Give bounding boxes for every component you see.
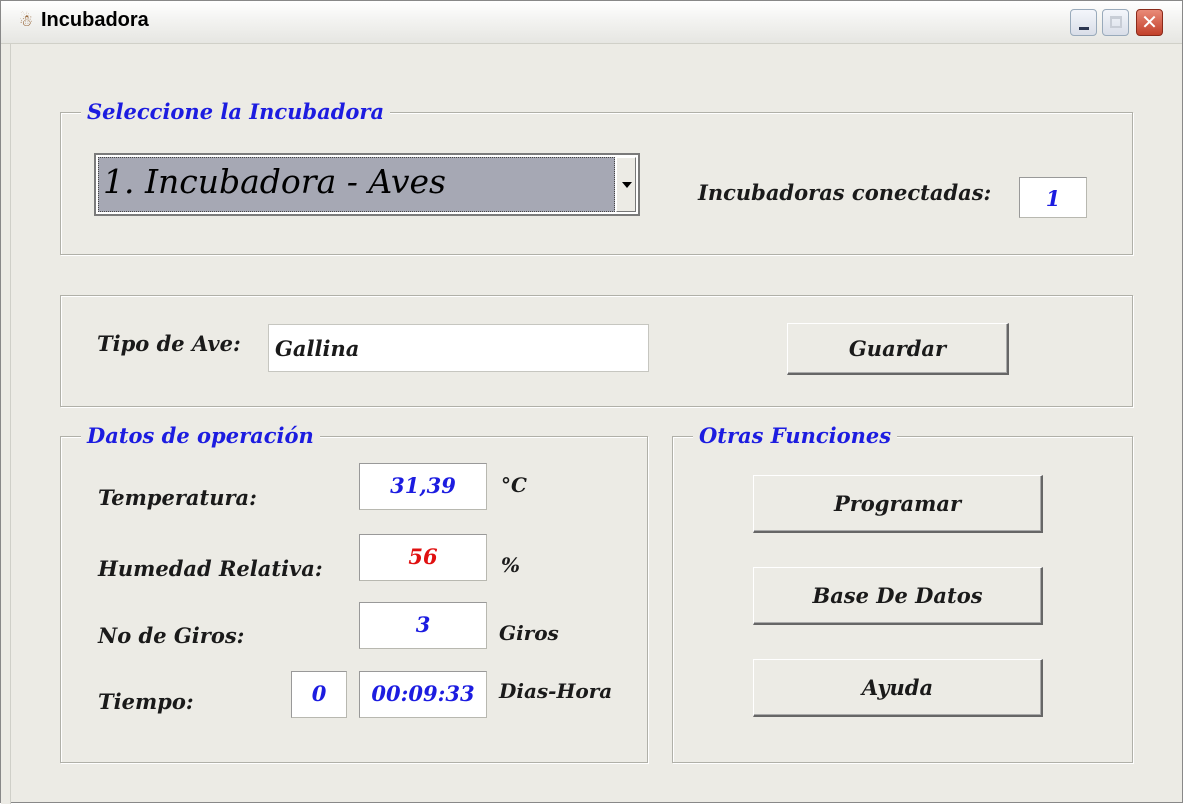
- temperature-unit: °C: [501, 473, 527, 497]
- turns-unit: Giros: [499, 621, 559, 645]
- minimize-icon: [1079, 27, 1089, 30]
- time-days-value: 0: [291, 671, 347, 718]
- humidity-unit: %: [501, 553, 521, 577]
- maximize-button[interactable]: [1102, 9, 1129, 36]
- incubator-dropdown[interactable]: 1. Incubadora - Aves: [94, 153, 640, 216]
- help-button[interactable]: Ayuda: [753, 659, 1043, 717]
- time-unit: Dias-Hora: [499, 679, 613, 703]
- chevron-down-icon: [622, 182, 632, 188]
- incubator-dropdown-value: 1. Incubadora - Aves: [103, 162, 446, 201]
- other-functions-legend: Otras Funciones: [693, 423, 898, 448]
- connected-incubators-count: 1: [1019, 177, 1087, 218]
- window-frame-edge: [1, 44, 11, 804]
- humidity-label: Humedad Relativa:: [98, 556, 323, 581]
- close-icon: ✕: [1141, 10, 1158, 34]
- save-button[interactable]: Guardar: [787, 323, 1009, 375]
- incubator-icon: ☃: [18, 11, 34, 30]
- window-title: Incubadora: [41, 9, 149, 31]
- operation-data-legend: Datos de operación: [81, 423, 320, 448]
- database-button[interactable]: Base De Datos: [753, 567, 1043, 625]
- temperature-label: Temperatura:: [98, 485, 257, 510]
- connected-incubators-label: Incubadoras conectadas:: [698, 180, 992, 205]
- turns-label: No de Giros:: [98, 623, 245, 648]
- bird-type-input[interactable]: Gallina: [268, 324, 649, 372]
- dropdown-button[interactable]: [616, 157, 636, 212]
- incubator-dropdown-field[interactable]: 1. Incubadora - Aves: [98, 157, 615, 212]
- incubator-selector-legend: Seleccione la Incubadora: [81, 99, 391, 124]
- humidity-value: 56: [359, 534, 487, 581]
- incubadora-window: ☃ Incubadora ✕ Seleccione la Incubadora …: [0, 0, 1183, 804]
- bird-type-label: Tipo de Ave:: [97, 331, 241, 356]
- time-hours-value: 00:09:33: [359, 671, 487, 718]
- title-bar[interactable]: ☃ Incubadora ✕: [1, 1, 1182, 44]
- time-label: Tiempo:: [98, 689, 194, 714]
- close-button[interactable]: ✕: [1136, 9, 1163, 36]
- minimize-button[interactable]: [1070, 9, 1097, 36]
- program-button[interactable]: Programar: [753, 475, 1043, 533]
- temperature-value: 31,39: [359, 463, 487, 510]
- turns-value: 3: [359, 602, 487, 649]
- maximize-icon: [1110, 16, 1122, 28]
- bird-type-value: Gallina: [275, 336, 360, 361]
